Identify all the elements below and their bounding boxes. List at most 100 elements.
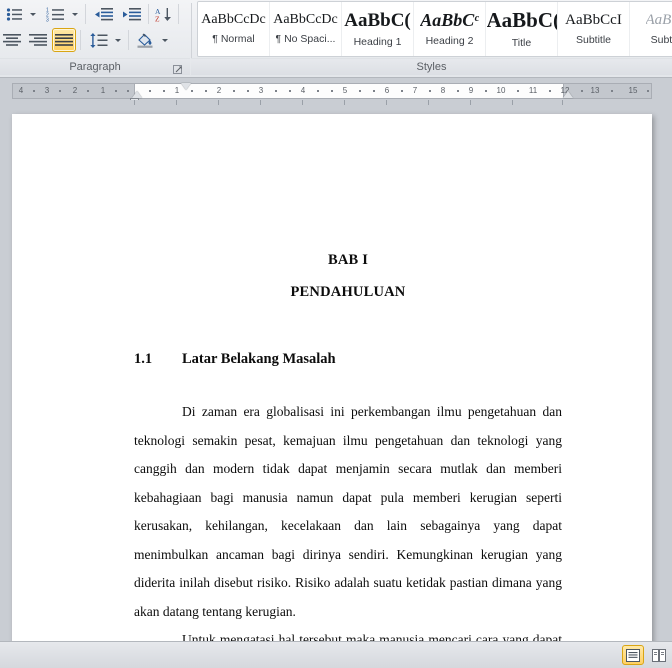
sort-az-icon: A Z (155, 7, 171, 22)
style-preview: AaBbCcDc (273, 13, 338, 27)
style-label: Subtle (650, 33, 672, 46)
style-preview: AaBbc (645, 12, 672, 28)
bulleted-list-icon (6, 7, 22, 21)
line-spacing-button[interactable] (85, 28, 111, 52)
body-paragraph-1: Di zaman era globalisasi ini perkembanga… (134, 404, 562, 619)
document-content[interactable]: BAB I PENDAHULUAN 1.1 Latar Belakang Mas… (134, 224, 562, 641)
toolbar-separator (178, 4, 179, 24)
chevron-down-icon (29, 12, 36, 16)
paragraph-dialog-launcher[interactable] (173, 63, 184, 74)
align-center-button[interactable] (0, 28, 24, 52)
chevron-down-icon (161, 38, 168, 42)
style-item-title[interactable]: AaBbC( Title (486, 2, 558, 56)
ruler-label: 10 (496, 86, 506, 95)
section-heading-text: Latar Belakang Masalah (182, 351, 336, 367)
style-item-normal[interactable]: AaBbCcDc ¶ Normal (198, 2, 270, 56)
increase-indent-icon (122, 7, 141, 20)
line-spacing-dropdown-button[interactable] (111, 28, 124, 52)
line-spacing-icon (89, 32, 107, 48)
style-item-heading-1[interactable]: AaBbC( Heading 1 (342, 2, 414, 56)
print-layout-icon (626, 648, 640, 662)
style-preview: AaBbCcDc (201, 13, 266, 27)
ruler-label: 1 (100, 86, 106, 95)
sort-button[interactable]: A Z (152, 2, 176, 26)
ruler-tick-labels: 4 3 2 1 1 2 3 4 5 6 7 8 9 10 11 12 13 15 (13, 84, 653, 98)
align-right-button[interactable] (26, 28, 50, 52)
print-layout-view-button[interactable] (622, 645, 644, 665)
ruler-label: 9 (468, 86, 474, 95)
align-right-icon (29, 34, 47, 46)
status-bar (0, 641, 672, 668)
bullets-dropdown-button[interactable] (26, 2, 39, 26)
bullets-button[interactable] (2, 2, 26, 26)
paragraph-group-label: Paragraph (0, 58, 190, 75)
toolbar-separator (128, 30, 129, 50)
toolbar-separator (85, 4, 86, 24)
ruler-tick-lines (12, 100, 652, 105)
full-screen-reading-icon (652, 648, 666, 662)
style-preview: AaBbCcI (565, 12, 622, 28)
dialog-launcher-icon (173, 65, 182, 74)
ruler-label: 8 (440, 86, 446, 95)
style-label: Heading 2 (425, 35, 474, 47)
document-scroll-area[interactable]: BAB I PENDAHULUAN 1.1 Latar Belakang Mas… (0, 106, 672, 641)
ruler-label: 4 (18, 86, 24, 95)
style-item-heading-2[interactable]: AaBbCᶜ Heading 2 (414, 2, 486, 56)
justify-button[interactable] (52, 28, 76, 52)
style-label: Subtitle (575, 33, 612, 46)
numbering-dropdown-button[interactable] (68, 2, 81, 26)
section-heading-number: 1.1 (134, 351, 153, 367)
ruler-label: 1 (174, 86, 180, 95)
styles-group-label: Styles (191, 58, 672, 75)
ruler-label: 5 (342, 86, 348, 95)
increase-indent-button[interactable] (118, 2, 144, 26)
style-label: ¶ Normal (212, 33, 255, 45)
ruler-label: 4 (300, 86, 306, 95)
style-preview: AaBbC( (486, 9, 557, 31)
ruler-label: 7 (412, 86, 418, 95)
style-preview: AaBbCᶜ (420, 11, 479, 29)
chevron-down-icon (71, 12, 78, 16)
document-title-bab: BAB I (327, 252, 369, 268)
hanging-indent-marker[interactable] (132, 91, 142, 98)
paint-bucket-icon (137, 33, 152, 48)
body-paragraph-2: Untuk mengatasi hal tersebut maka manusi… (182, 632, 562, 641)
style-label: ¶ No Spaci... (275, 33, 336, 45)
ruler-label: 6 (384, 86, 390, 95)
ruler-label: 2 (72, 86, 78, 95)
style-label: Heading 1 (353, 35, 402, 48)
align-center-icon (3, 34, 21, 46)
svg-text:Z: Z (155, 14, 160, 22)
chevron-down-icon (114, 38, 121, 42)
section-heading: 1.1 Latar Belakang Masalah (134, 351, 562, 368)
ruler-label: 3 (258, 86, 264, 95)
ribbon: 1 2 3 A Z Paragraph AaBbCcDc ¶ Normal Aa… (0, 0, 672, 78)
toolbar-separator (80, 30, 81, 50)
style-label: Title (511, 36, 532, 49)
toolbar-separator (148, 4, 149, 24)
align-justify-icon (55, 34, 73, 46)
ruler-label: 13 (590, 86, 600, 95)
document-title-pendahuluan: PENDAHULUAN (290, 284, 406, 300)
style-item-subtle[interactable]: AaBbc Subtle (630, 2, 672, 56)
first-line-indent-marker[interactable] (181, 83, 191, 90)
style-item-subtitle[interactable]: AaBbCcI Subtitle (558, 2, 630, 56)
ruler-label: 11 (528, 86, 538, 95)
ruler-label: 15 (628, 86, 638, 95)
document-page[interactable]: BAB I PENDAHULUAN 1.1 Latar Belakang Mas… (12, 114, 652, 641)
ruler-label: 3 (44, 86, 50, 95)
styles-gallery[interactable]: AaBbCcDc ¶ Normal AaBbCcDc ¶ No Spaci...… (197, 1, 672, 57)
ruler-label: 2 (216, 86, 222, 95)
word-application-window: 1 2 3 A Z Paragraph AaBbCcDc ¶ Normal Aa… (0, 0, 672, 668)
style-preview: AaBbC( (344, 10, 411, 30)
horizontal-ruler[interactable]: 4 3 2 1 1 2 3 4 5 6 7 8 9 10 11 12 13 15 (12, 83, 653, 105)
right-indent-marker[interactable] (563, 91, 573, 98)
shading-button[interactable] (132, 28, 158, 52)
shading-dropdown-button[interactable] (158, 28, 171, 52)
numbered-list-icon: 1 2 3 (46, 7, 64, 22)
style-item-no-spacing[interactable]: AaBbCcDc ¶ No Spaci... (270, 2, 342, 56)
numbering-button[interactable]: 1 2 3 (42, 2, 68, 26)
svg-text:3: 3 (46, 17, 49, 22)
decrease-indent-button[interactable] (90, 2, 116, 26)
full-screen-reading-view-button[interactable] (648, 645, 670, 665)
